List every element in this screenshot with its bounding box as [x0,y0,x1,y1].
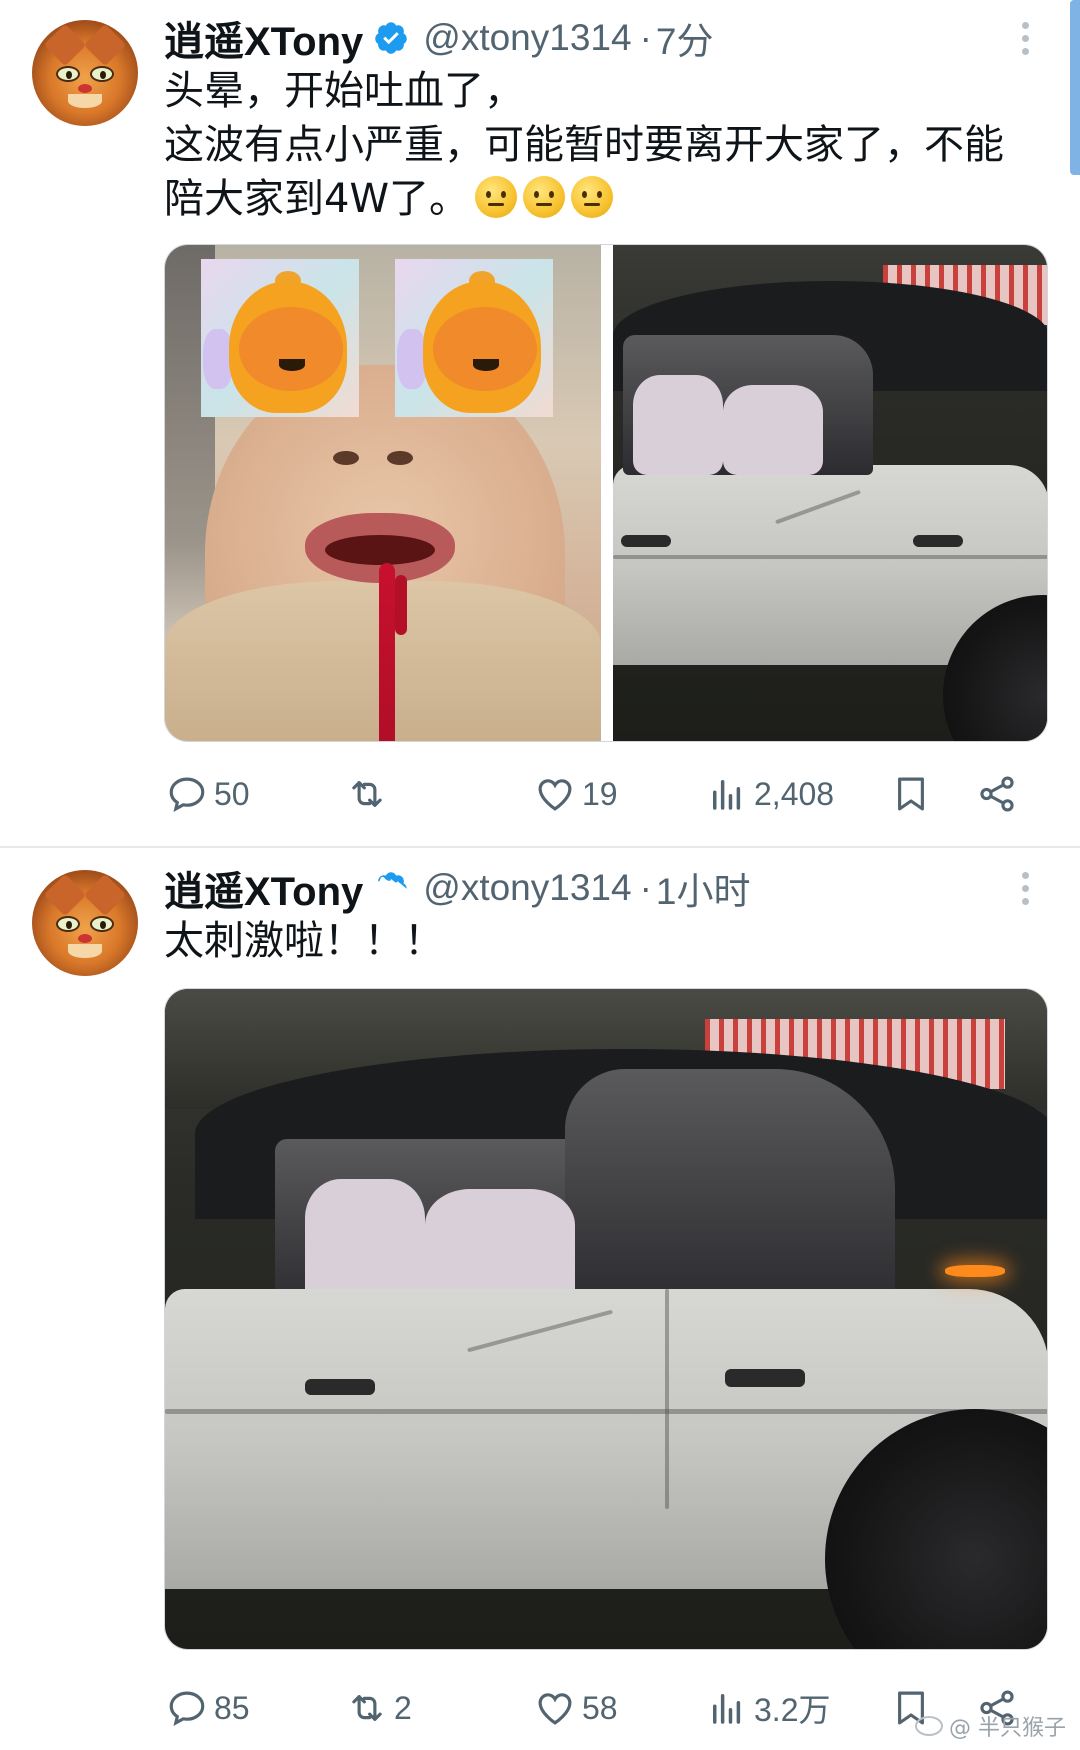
watermark-logo-icon [915,1716,943,1736]
tweet-text-line: 这波有点小严重，可能暂时要离开大家了，不能 [164,122,1004,168]
tweet-text-line: 太刺激啦！！！ [164,918,444,964]
bookmark-icon [898,777,924,811]
heart-icon [538,1693,572,1725]
salute-face-emoji-icon [475,176,517,218]
more-options-icon[interactable] [1020,22,1030,56]
reply-count: 85 [214,1689,250,1726]
like-button[interactable]: 58 [534,1678,618,1738]
like-count: 58 [582,1689,618,1726]
media-grid [164,988,1048,1650]
tweet-time[interactable]: 1小时 [656,861,751,915]
cartoon-sticker-icon [395,259,553,417]
author-handle[interactable]: @xtony1314 [423,867,631,909]
author-name[interactable]: 逍遥XTony [164,859,363,917]
views-chart-icon [713,1694,741,1724]
tweet-header: 逍遥XTony @xtony1314 · 7分 [164,12,713,64]
views-count: 2,408 [754,775,835,812]
retweet-button[interactable]: 2 [346,1678,412,1738]
salute-face-emoji-icon [523,176,565,218]
reply-button[interactable]: 85 [166,1678,250,1738]
reply-button[interactable]: 50 [166,764,250,824]
watermark: @ 半只猴子 [915,1710,1066,1742]
views-chart-icon [713,780,741,810]
reply-count: 50 [214,775,250,812]
separator-dot: · [639,867,652,908]
verified-badge-icon [375,22,408,54]
views-button[interactable]: 3.2万 [706,1678,831,1738]
bookmark-button[interactable] [890,764,932,824]
views-count: 3.2万 [754,1692,831,1728]
retweet-button[interactable] [346,764,394,824]
avatar[interactable] [32,870,138,976]
retweet-icon [352,1695,382,1721]
views-button[interactable]: 2,408 [706,764,834,824]
retweet-icon [352,781,382,807]
heart-icon [538,779,572,811]
author-handle[interactable]: @xtony1314 [423,17,631,59]
verified-badge-icon [378,872,408,895]
tweet-text-segment: 陪大家到4W了。 [164,176,469,222]
tweet-text-line: 陪大家到4W了。 [164,172,613,226]
media-grid [164,244,1048,742]
tweet-header: 逍遥XTony @xtony1314 · 1小时 [164,862,750,914]
share-icon [980,776,1014,812]
tweet-time[interactable]: 7分 [656,11,714,65]
watermark-text: @ 半只猴子 [949,1716,1066,1741]
tweet-actions: 50 19 2,408 [150,764,1040,824]
separator-dot: · [639,17,652,58]
salute-face-emoji-icon [571,176,613,218]
tweet-text-line: 头晕，开始吐血了， [164,68,524,114]
tweet-actions: 85 2 58 3.2万 [150,1678,1040,1738]
damaged-car-door-photo-large[interactable] [165,989,1047,1649]
like-count: 19 [582,775,618,812]
face-with-blood-photo[interactable] [165,245,601,741]
more-options-icon[interactable] [1020,872,1030,906]
like-button[interactable]: 19 [534,764,618,824]
retweet-count: 2 [394,1689,412,1726]
reply-icon [169,777,205,812]
tweet[interactable]: 逍遥XTony @xtony1314 · 7分 头晕，开始吐血了， 这波有点小严… [0,0,1080,848]
damaged-car-door-photo[interactable] [613,245,1047,741]
share-button[interactable] [976,764,1018,824]
cartoon-sticker-icon [201,259,359,417]
author-name[interactable]: 逍遥XTony [164,9,363,67]
tweet[interactable]: 逍遥XTony @xtony1314 · 1小时 太刺激啦！！！ 85 2 58… [0,848,1080,1750]
avatar[interactable] [32,20,138,126]
reply-icon [169,1691,205,1726]
